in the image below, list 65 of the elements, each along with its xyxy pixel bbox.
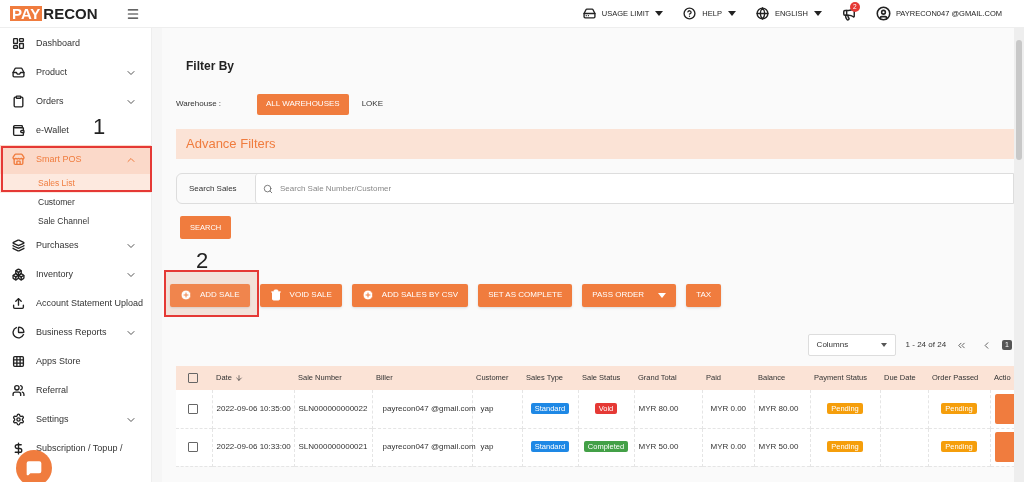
sidebar-item[interactable]: Product — [36, 66, 68, 77]
warehouse-option[interactable]: LOKE — [352, 93, 392, 115]
help-icon — [683, 7, 697, 20]
annotation-number: 1 — [93, 113, 106, 141]
filter-title: Filter By — [185, 58, 235, 75]
trash-icon — [269, 289, 282, 301]
upload-icon — [12, 297, 25, 310]
table-cell: MYR 50.00 — [634, 428, 702, 466]
sort-icon[interactable] — [234, 374, 243, 383]
caret-icon — [813, 11, 822, 16]
sidebar-item[interactable]: Orders — [36, 95, 64, 106]
table-cell: 2022-09-06 10:33:00 — [212, 428, 294, 466]
search-field[interactable]: Search Sale Number/Customer — [255, 174, 1013, 203]
logo: PAY RECON — [10, 6, 98, 21]
caret-icon — [727, 11, 736, 16]
columns-select[interactable]: Columns — [807, 334, 896, 356]
plus-icon — [361, 289, 374, 301]
settings-icon — [12, 413, 25, 426]
page-range: 1 - 24 of 24 — [905, 339, 947, 351]
tray-icon — [12, 66, 25, 79]
caret-icon — [655, 11, 664, 16]
submenu-item[interactable]: Sale Channel — [0, 212, 151, 231]
table-cell: MYR 0.00 — [702, 428, 754, 466]
wallet-icon — [12, 124, 25, 137]
action-button[interactable] — [994, 432, 1015, 462]
store-icon — [12, 153, 25, 166]
sidebar-item[interactable]: Settings — [36, 413, 69, 424]
sidebar-item[interactable]: Inventory — [36, 268, 74, 279]
advance-filters-band: Advance Filters — [176, 129, 1014, 159]
dashboard-icon — [12, 37, 25, 50]
search-icon — [263, 184, 273, 194]
annotation-number: 2 — [196, 247, 209, 275]
plus-icon — [180, 289, 192, 301]
sidebar-item[interactable]: Purchases — [36, 239, 79, 250]
sidebar-item[interactable]: Account Statement Upload — [36, 297, 144, 308]
menu-icon[interactable] — [126, 6, 140, 21]
search-label: Search Sales — [188, 182, 238, 195]
table-cell: MYR 50.00 — [754, 428, 810, 466]
dollar-icon — [12, 442, 25, 455]
sidebar-item[interactable]: Referral — [36, 384, 68, 395]
sidebar-item[interactable]: Apps Store — [36, 355, 81, 366]
drive-icon — [582, 7, 596, 20]
submenu-item[interactable]: Customer — [0, 193, 151, 212]
chat-icon — [26, 460, 42, 476]
row-checkbox[interactable] — [188, 442, 198, 452]
sidebar-item[interactable]: Business Reports — [36, 326, 107, 337]
row-checkbox[interactable] — [188, 403, 198, 414]
layers-icon — [12, 239, 25, 252]
grid-icon — [12, 355, 25, 368]
scrollbar[interactable] — [1014, 28, 1024, 482]
user-icon — [875, 6, 891, 21]
caret-icon — [658, 292, 667, 298]
select-all-checkbox[interactable] — [188, 373, 198, 383]
sidebar-item[interactable]: Subscription / Topup / — [36, 442, 123, 453]
globe-icon — [755, 7, 769, 20]
pie-chart-icon — [12, 326, 25, 339]
action-button[interactable] — [994, 393, 1015, 424]
warehouse-label: Warehouse : — [176, 98, 223, 110]
table-cell: SLN000000000021 — [294, 428, 372, 466]
sidebar-item[interactable]: e-Wallet — [36, 124, 69, 135]
clipboard-icon — [12, 95, 25, 108]
people-icon — [12, 384, 25, 397]
caret-icon — [880, 343, 887, 347]
boxes-icon — [12, 268, 25, 281]
sidebar-item[interactable]: Dashboard — [36, 37, 81, 48]
